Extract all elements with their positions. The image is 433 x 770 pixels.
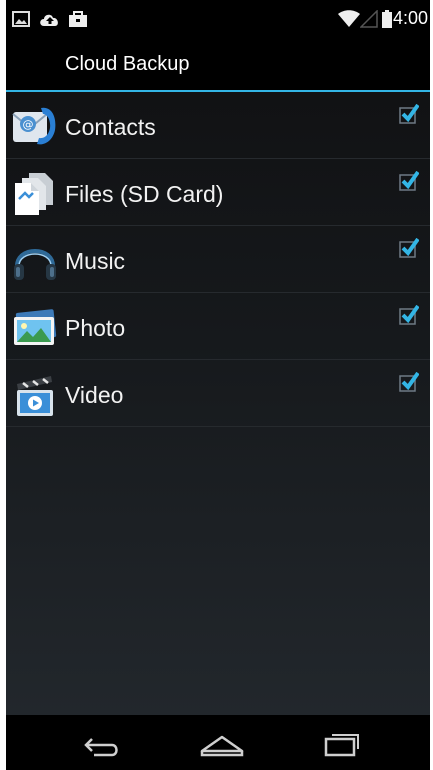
cloud-upload-icon [40,14,58,26]
status-bar: 4:00 [6,0,430,37]
item-label: Video [65,382,124,408]
files-icon [15,173,53,215]
item-label: Contacts [65,114,156,140]
recent-apps-icon[interactable] [318,729,366,757]
contacts-icon: @ [12,107,56,145]
checkbox-checked-icon[interactable] [399,305,419,325]
home-icon[interactable] [198,729,246,757]
navigation-bar [6,715,430,770]
item-label: Files (SD Card) [65,181,224,207]
page-title: Cloud Backup [65,53,190,75]
checkbox-checked-icon[interactable] [399,372,419,392]
photo-icon [14,309,57,345]
picture-icon [12,11,30,27]
checkbox-checked-icon[interactable] [399,238,419,258]
checkbox-checked-icon[interactable] [399,104,419,124]
list-item-files[interactable]: Files (SD Card) [6,159,430,226]
item-label: Photo [65,315,126,341]
back-icon[interactable] [78,729,126,757]
headphones-icon [14,249,56,280]
wifi-icon [338,10,360,27]
list-item-video[interactable]: Video [6,360,430,427]
item-label: Music [65,248,126,274]
list-item-contacts[interactable]: @ Contacts [6,92,430,159]
status-time: 4:00 [392,8,428,28]
briefcase-icon [69,11,87,27]
action-bar: Cloud Backup [6,37,430,92]
phone-screen: 4:00 Cloud Backup @ Contacts Files (SD C… [6,0,430,770]
checkbox-checked-icon[interactable] [399,171,419,191]
battery-icon [382,10,392,28]
list-item-music[interactable]: Music [6,226,430,293]
svg-text:@: @ [23,118,34,131]
list-item-photo[interactable]: Photo [6,293,430,360]
signal-icon [360,10,378,28]
backup-list: @ Contacts Files (SD Card) Music Photo V… [6,92,430,715]
video-icon [17,376,53,416]
